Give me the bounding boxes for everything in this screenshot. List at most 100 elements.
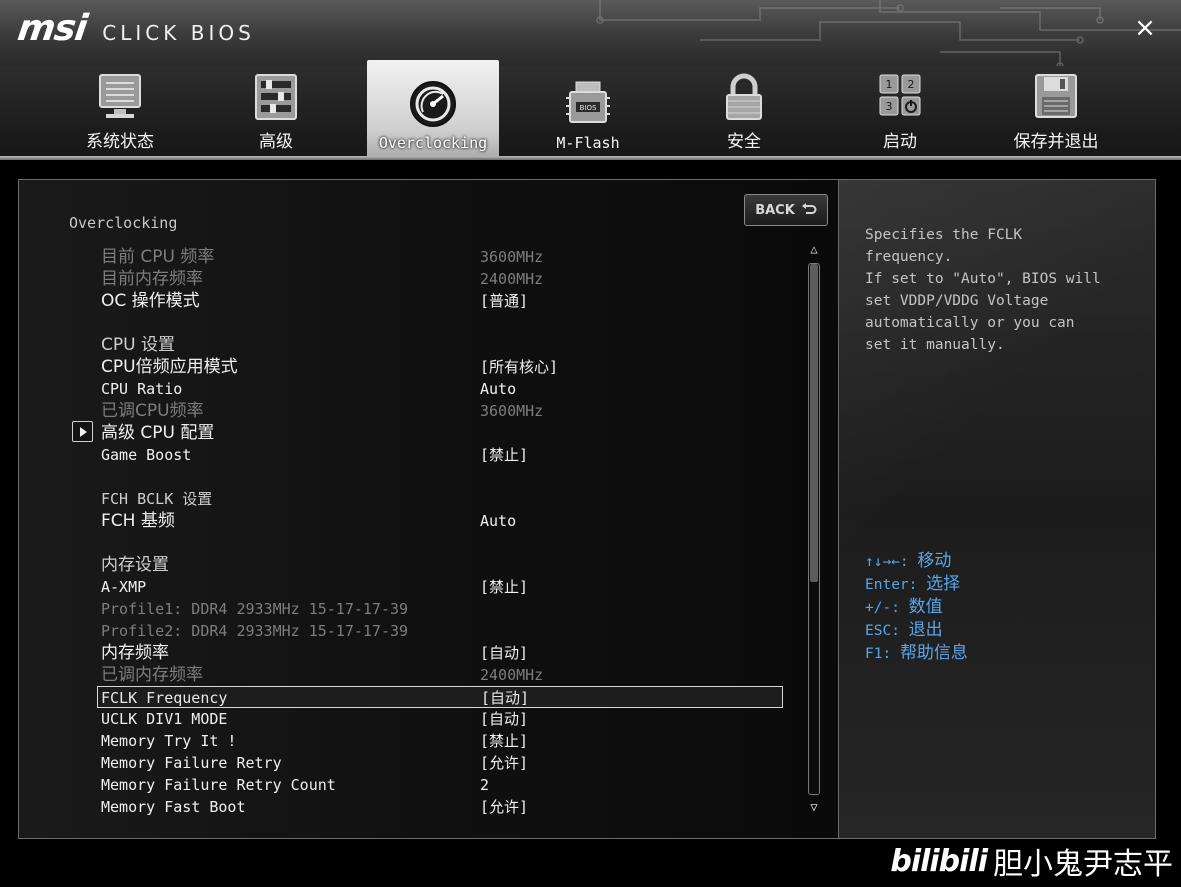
setting-label: FCH BCLK 设置 (101, 490, 213, 508)
brand-text: msi (15, 8, 90, 49)
setting-label: Memory Try It ! (101, 732, 237, 750)
padlock-icon (726, 73, 762, 120)
tab-security[interactable]: 安全 (679, 66, 809, 160)
setting-label: Profile1: DDR4 2933MHz 15-17-17-39 (101, 600, 409, 618)
setting-value: [禁止] (480, 446, 529, 464)
setting-label: 内存频率 (101, 643, 169, 663)
tab-label: 保存并退出 (1013, 132, 1099, 152)
key-help-key: +/-: (865, 600, 900, 616)
setting-row: 已调CPU频率 3600MHz (101, 400, 781, 422)
setting-label: Memory Failure Retry (101, 754, 282, 772)
msi-logo: msi CLICK BIOS (15, 8, 255, 49)
svg-text:3: 3 (886, 100, 893, 113)
speedometer-icon (410, 81, 456, 127)
scrollbar-thumb[interactable] (810, 264, 818, 582)
tab-label: 安全 (727, 132, 761, 152)
key-help-item: Enter: 选择 (865, 573, 968, 596)
setting-row[interactable]: Game Boost [禁止] (101, 444, 781, 466)
setting-label: Profile2: DDR4 2933MHz 15-17-17-39 (101, 622, 409, 640)
setting-value: 3600MHz (480, 248, 544, 266)
key-help-key: ESC: (865, 623, 900, 639)
setting-value: [禁止] (480, 732, 529, 750)
key-help-action: 移动 (917, 551, 952, 571)
key-help-key: ↑↓→←: (865, 554, 909, 570)
setting-value: [禁止] (480, 578, 529, 596)
setting-row[interactable]: Memory Failure Retry Count 2 (101, 774, 781, 796)
setting-label: 高级 CPU 配置 (101, 423, 215, 443)
svg-text:BIOS: BIOS (580, 104, 597, 112)
setting-value: 2 (480, 776, 490, 794)
setting-row: 目前内存频率 2400MHz (101, 268, 781, 290)
setting-label: 已调内存频率 (101, 665, 203, 685)
product-name: CLICK BIOS (102, 21, 255, 45)
setting-row[interactable]: Memory Failure Retry [允许] (101, 752, 781, 774)
tab-boot[interactable]: 1 2 3 启动 (835, 66, 965, 160)
svg-text:2: 2 (908, 78, 915, 91)
setting-label: 目前 CPU 频率 (101, 247, 215, 267)
setting-label: UCLK DIV1 MODE (101, 710, 228, 728)
setting-row: 已调内存频率 2400MHz (101, 664, 781, 686)
setting-row[interactable]: CPU倍频应用模式 [所有核心] (101, 356, 781, 378)
svg-text:1: 1 (886, 78, 893, 91)
setting-value: [自动] (481, 689, 530, 707)
setting-row[interactable]: UCLK DIV1 MODE [自动] (101, 708, 781, 730)
key-help-item: F1: 帮助信息 (865, 642, 968, 665)
setting-label: Game Boost (101, 446, 192, 464)
setting-row[interactable]: FCH 基频 Auto (101, 510, 781, 532)
tab-save-and-exit[interactable]: 保存并退出 (991, 66, 1121, 160)
tab-label: 启动 (883, 132, 917, 152)
setting-row[interactable]: Memory Fast Boot [允许] (101, 796, 781, 818)
setting-row: 目前 CPU 频率 3600MHz (101, 246, 781, 268)
watermark-logo: bilibili (890, 843, 988, 879)
setting-label: 已调CPU频率 (101, 401, 204, 421)
setting-value: [允许] (480, 754, 529, 772)
setting-value: 3600MHz (480, 402, 544, 420)
setting-row[interactable]: 高级 CPU 配置 (101, 422, 781, 444)
tab-advanced[interactable]: 高级 (211, 66, 341, 160)
setting-label: FCLK Frequency (101, 689, 228, 707)
setting-label: CPU Ratio (101, 380, 183, 398)
setting-value: Auto (480, 512, 517, 530)
setting-value: [自动] (480, 710, 529, 728)
key-help-key: F1: (865, 646, 892, 662)
boot-keys-icon: 1 2 3 (879, 74, 921, 116)
setting-label: A-XMP (101, 578, 147, 596)
setting-row[interactable]: FCLK Frequency [自动] (97, 686, 783, 708)
key-help-action: 选择 (926, 574, 961, 594)
tab-system-status[interactable]: 系统状态 (55, 66, 185, 160)
key-help-action: 数值 (908, 597, 943, 617)
setting-row[interactable]: 内存频率 [自动] (101, 642, 781, 664)
scroll-up-arrow-icon[interactable]: △ (806, 241, 822, 257)
setting-label: 内存设置 (101, 555, 169, 575)
scroll-down-arrow-icon[interactable]: ▽ (806, 799, 822, 815)
setting-value: Auto (480, 380, 517, 398)
key-help-item: ESC: 退出 (865, 619, 968, 642)
key-help-list: ↑↓→←: 移动 Enter: 选择 +/-: 数值 ESC: 退出 F1: 帮助信息 (865, 550, 968, 665)
floppy-disk-icon (1035, 74, 1077, 118)
key-help-item: +/-: 数值 (865, 596, 968, 619)
bios-chip-icon: BIOS (566, 81, 610, 123)
setting-value: [允许] (480, 798, 529, 816)
setting-value: [所有核心] (480, 358, 559, 376)
setting-row[interactable]: OC 操作模式 [普通] (101, 290, 781, 312)
setting-row[interactable]: CPU Ratio Auto (101, 378, 781, 400)
setting-label: CPU 设置 (101, 335, 175, 355)
tab-label: Overclocking (378, 134, 488, 152)
setting-row[interactable]: A-XMP [禁止] (101, 576, 781, 598)
tab-overclocking[interactable]: Overclocking (367, 60, 499, 160)
back-button[interactable]: BACK (744, 194, 828, 226)
submenu-arrow-icon[interactable] (72, 421, 93, 442)
setting-label: Memory Failure Retry Count (101, 776, 336, 794)
setting-label: FCH 基频 (101, 511, 175, 531)
setting-row: CPU 设置 (101, 334, 781, 356)
tab-label: M-Flash (556, 134, 620, 152)
setting-row[interactable]: Memory Try It ! [禁止] (101, 730, 781, 752)
close-button[interactable]: × (1131, 14, 1159, 42)
setting-value: 2400MHz (480, 270, 544, 288)
tab-m-flash[interactable]: BIOS M-Flash (523, 66, 653, 160)
help-description: Specifies the FCLK frequency. If set to … (865, 227, 1101, 353)
scrollbar-track[interactable] (808, 263, 820, 795)
setting-row: 内存设置 (101, 554, 781, 576)
watermark: bilibili 胆小鬼尹志平 (890, 839, 1173, 883)
key-help-action: 帮助信息 (899, 643, 968, 663)
